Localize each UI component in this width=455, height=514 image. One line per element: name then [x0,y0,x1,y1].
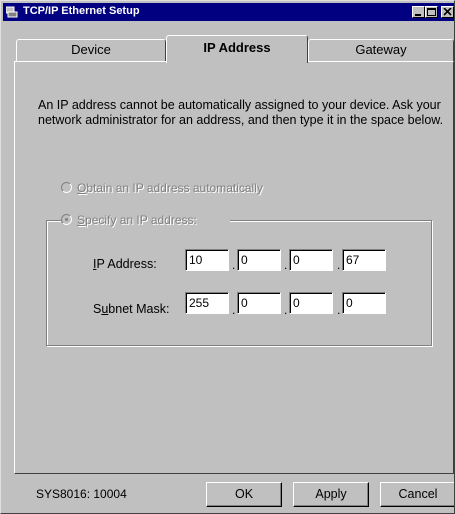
maximize-button[interactable] [425,6,438,18]
close-icon [443,8,452,16]
network-app-icon [6,6,18,18]
tab-gateway-label: Gateway [355,42,407,57]
ok-button[interactable]: OK [206,482,282,507]
tab-device-label: Device [71,42,111,57]
minimize-button[interactable] [412,6,425,18]
window-title: TCP/IP Ethernet Setup [23,5,140,17]
apply-button[interactable]: Apply [293,482,369,507]
tab-device[interactable]: Device [16,39,166,61]
tab-ip-address-label: IP Address [203,40,271,55]
minimize-icon [415,14,421,16]
tab-gateway[interactable]: Gateway [308,39,454,61]
ip-address-panel [14,61,454,474]
dialog-window: TCP/IP Ethernet Setup Device IP Address … [0,0,455,514]
status-text: SYS8016: 10004 [36,487,127,501]
maximize-icon [427,8,436,16]
cancel-button[interactable]: Cancel [380,482,454,507]
close-button[interactable] [441,6,454,18]
title-bar[interactable]: TCP/IP Ethernet Setup [3,3,454,21]
tab-ip-address[interactable]: IP Address [166,35,308,63]
